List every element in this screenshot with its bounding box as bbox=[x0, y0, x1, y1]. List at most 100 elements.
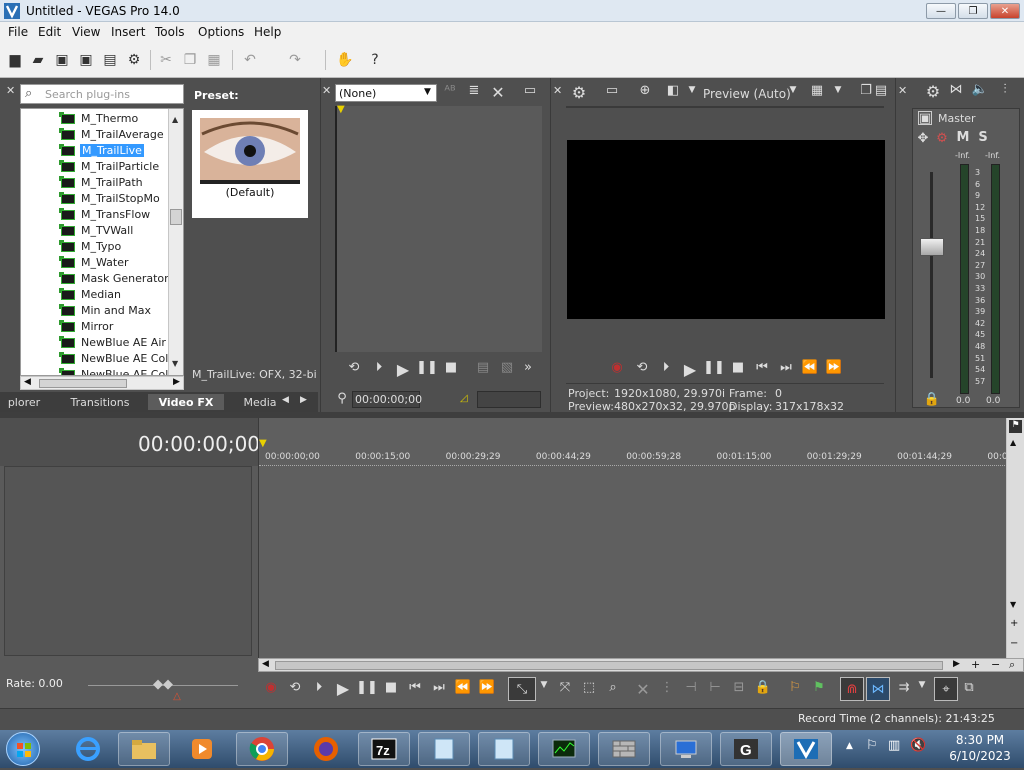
scroll-right-icon[interactable]: ▶ bbox=[173, 377, 180, 387]
network-icon[interactable] bbox=[660, 732, 712, 766]
list-item[interactable]: Min and Max bbox=[21, 303, 171, 319]
save-as-icon[interactable]: ▣ bbox=[77, 51, 95, 69]
loop-playback-icon[interactable]: ⟲ bbox=[286, 680, 304, 695]
tray-overflow-icon[interactable]: ▲ bbox=[846, 741, 853, 751]
media-player-icon[interactable] bbox=[176, 732, 228, 766]
tab-scroll-left-icon[interactable]: ◀ bbox=[282, 395, 289, 405]
selection-tool-icon[interactable]: ⬚ bbox=[580, 680, 598, 695]
preview-settings-gear-icon[interactable]: ⚙ bbox=[568, 83, 590, 102]
preview-play-icon[interactable]: ▶ bbox=[680, 360, 700, 379]
trimmer-duration-field[interactable] bbox=[477, 391, 541, 408]
timeline-hscroll-thumb[interactable] bbox=[275, 661, 943, 670]
firewall-icon[interactable] bbox=[598, 732, 650, 766]
list-item[interactable]: NewBlue AE Colo bbox=[21, 367, 175, 375]
list-item[interactable]: M_Thermo bbox=[21, 111, 171, 127]
list-item[interactable]: M_TrailLive bbox=[21, 143, 171, 159]
external-monitor-icon[interactable]: ▭ bbox=[601, 83, 623, 98]
pause-icon[interactable]: ❚❚ bbox=[356, 680, 378, 695]
timeline-scroll-down-icon[interactable]: ▼ bbox=[1010, 600, 1016, 609]
tab-media[interactable]: Media bbox=[238, 394, 282, 410]
envelope-tool-icon[interactable]: ⤧ bbox=[556, 680, 574, 695]
menu-help[interactable]: Help bbox=[254, 25, 281, 39]
preview-stop-icon[interactable]: ■ bbox=[728, 360, 748, 375]
g-app-icon[interactable]: G bbox=[720, 732, 772, 766]
preview-play-from-start-icon[interactable]: ⏵ bbox=[656, 360, 676, 375]
play-icon[interactable]: ▶ bbox=[334, 679, 352, 698]
close-button[interactable]: ✕ bbox=[990, 3, 1020, 19]
timeline-zoom-out-vertical-icon[interactable]: − bbox=[1010, 638, 1018, 649]
start-button[interactable] bbox=[6, 732, 40, 766]
go-to-start-icon[interactable]: ⏮ bbox=[406, 680, 424, 695]
scroll-left-icon[interactable]: ◀ bbox=[24, 377, 31, 387]
trimmer-loop-icon[interactable]: ⟲ bbox=[344, 360, 364, 375]
menu-tools[interactable]: Tools bbox=[155, 25, 185, 39]
grid-icon[interactable]: ▦ bbox=[806, 83, 828, 98]
menu-edit[interactable]: Edit bbox=[38, 25, 61, 39]
vegas-app-icon[interactable] bbox=[4, 3, 20, 19]
redo-icon[interactable]: ↷ bbox=[286, 51, 304, 69]
preview-rewind-icon[interactable]: ⏪ bbox=[800, 360, 820, 375]
list-item[interactable]: M_TrailAverage bbox=[21, 127, 171, 143]
timeline-scroll-right-icon[interactable]: ▶ bbox=[953, 659, 960, 669]
list-item[interactable]: M_TrailParticle bbox=[21, 159, 171, 175]
list-item[interactable]: M_TrailStopMo bbox=[21, 191, 171, 207]
list-item[interactable]: M_TransFlow bbox=[21, 207, 171, 223]
master-pan-icon[interactable]: ✥ bbox=[915, 131, 931, 146]
clock-date[interactable]: 6/10/2023 bbox=[946, 749, 1014, 763]
trim-start-icon[interactable]: ⊣ bbox=[682, 680, 700, 695]
master-fx-chain-icon[interactable]: ⚙ bbox=[934, 131, 950, 146]
master-lock-icon[interactable]: 🔒 bbox=[924, 392, 940, 407]
trimmer-play-from-start-icon[interactable]: ⏵ bbox=[369, 360, 389, 375]
preview-record-icon[interactable]: ◉ bbox=[607, 360, 627, 375]
tree-hscroll-thumb[interactable] bbox=[39, 379, 127, 388]
timeline-horizontal-scrollbar[interactable]: ◀ ▶ + − ⌕ bbox=[258, 658, 1024, 672]
overlays-dropdown-icon[interactable]: ▼ bbox=[686, 85, 698, 95]
list-item[interactable]: M_TVWall bbox=[21, 223, 171, 239]
trimmer-add-to-timeline-icon[interactable]: ▤ bbox=[473, 360, 493, 375]
master-mute-button[interactable]: M bbox=[956, 130, 970, 145]
trimmer-timecode[interactable]: 00:00:00;00 bbox=[352, 391, 422, 408]
chrome-icon[interactable] bbox=[236, 732, 288, 766]
close-master-icon[interactable]: ✕ bbox=[898, 84, 907, 97]
maximize-button[interactable]: ❐ bbox=[958, 3, 988, 19]
tree-scroll-thumb[interactable] bbox=[170, 209, 182, 225]
preview-prev-frame-icon[interactable]: ⏮ bbox=[752, 360, 772, 375]
7zip-icon[interactable]: 7z bbox=[358, 732, 410, 766]
trim-end-icon[interactable]: ⊢ bbox=[706, 680, 724, 695]
vegas-icon[interactable] bbox=[780, 732, 832, 766]
master-fx-icon[interactable]: ▣ bbox=[918, 111, 932, 126]
list-item[interactable]: M_Water bbox=[21, 255, 171, 271]
master-settings-gear-icon[interactable]: ⚙ bbox=[923, 82, 943, 101]
new-file-icon[interactable]: ▆ bbox=[6, 51, 24, 69]
list-item[interactable]: NewBlue AE Color bbox=[21, 351, 180, 367]
timeline-zoom-in-icon[interactable]: + bbox=[971, 658, 980, 671]
list-item[interactable]: NewBlue AE Air Br bbox=[21, 335, 181, 351]
timeline-zoom-tool-icon[interactable]: ⌕ bbox=[1009, 658, 1015, 672]
record-icon[interactable]: ◉ bbox=[262, 680, 280, 695]
render-icon[interactable]: ▤ bbox=[101, 51, 119, 69]
minimize-button[interactable]: — bbox=[926, 3, 956, 19]
list-item[interactable]: Median bbox=[21, 287, 171, 303]
track-list[interactable] bbox=[4, 466, 252, 656]
rate-slider-thumb-icon[interactable]: ◆◆ bbox=[150, 677, 176, 692]
tab-video-fx[interactable]: Video FX bbox=[148, 394, 224, 410]
timeline-zoom-out-icon[interactable]: − bbox=[991, 658, 1000, 671]
properties-gear-icon[interactable]: ⚙ bbox=[125, 51, 143, 69]
trimmer-dropdown[interactable]: (None) ▼ bbox=[335, 84, 437, 102]
master-mixer-icon[interactable]: ⫶ bbox=[995, 82, 1015, 97]
previous-frame-icon[interactable]: ⏪ bbox=[454, 680, 472, 695]
plugin-tree[interactable]: M_Thermo M_TrailAverage M_TrailLive M_Trail… bbox=[20, 108, 184, 376]
downmix-icon[interactable]: ⋈ bbox=[946, 82, 966, 97]
timeline-flag-icon[interactable]: ⚑ bbox=[1009, 420, 1022, 433]
lock-event-icon[interactable]: 🔒 bbox=[754, 680, 772, 695]
network-tray-icon[interactable]: ▥ bbox=[888, 738, 900, 753]
trimmer-pause-icon[interactable]: ❚❚ bbox=[416, 360, 438, 375]
trimmer-overwrite-icon[interactable]: ▧ bbox=[497, 360, 517, 375]
timeline-scroll-up-icon[interactable]: ▲ bbox=[1010, 438, 1016, 447]
timeline-vertical-scrollbar[interactable]: ⚑ ▲ ▼ + − bbox=[1006, 418, 1024, 672]
trimmer-play-icon[interactable]: ▶ bbox=[393, 360, 413, 379]
preview-pause-icon[interactable]: ❚❚ bbox=[703, 360, 725, 375]
preset-thumbnail[interactable]: (Default) bbox=[192, 110, 308, 218]
insert-marker-icon[interactable]: ⚐ bbox=[786, 680, 804, 695]
ignore-grouping-icon[interactable]: ⧉ bbox=[960, 680, 978, 695]
